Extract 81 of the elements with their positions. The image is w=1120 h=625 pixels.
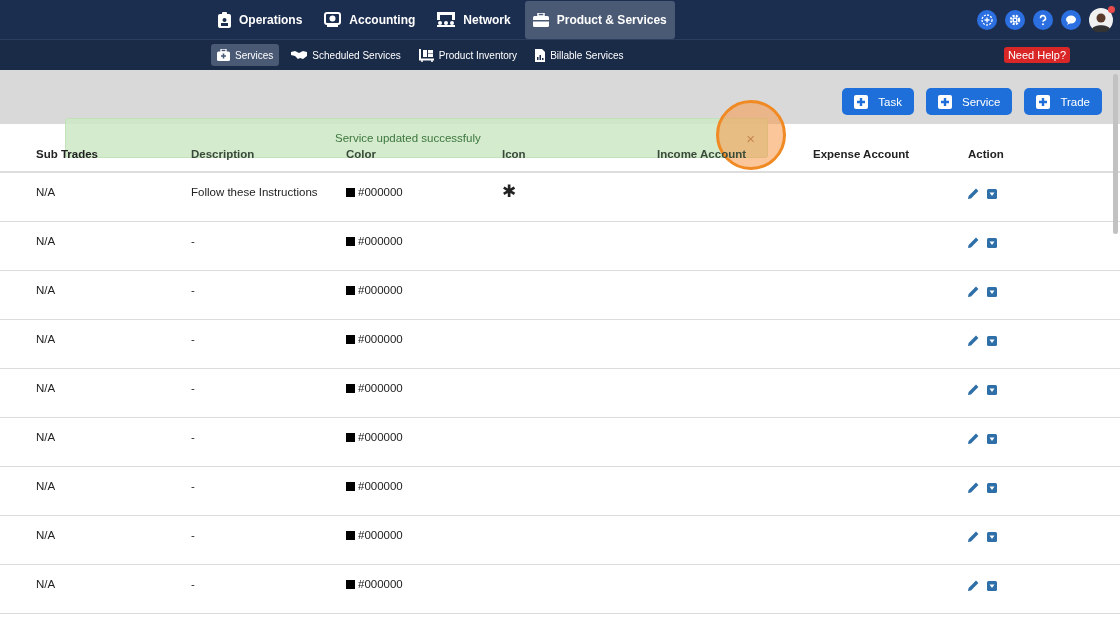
- dropdown-icon[interactable]: [987, 237, 997, 248]
- nav-tab[interactable]: Accounting: [316, 0, 424, 39]
- add-button[interactable]: Service: [926, 88, 1013, 115]
- table-cell-text: N/A: [36, 186, 57, 198]
- table-cell: #000000: [358, 284, 403, 296]
- dropdown-icon[interactable]: [987, 335, 997, 346]
- column-header: Sub Trades: [36, 148, 99, 160]
- chat-icon[interactable]: [1061, 9, 1081, 30]
- table-cell-text: -: [191, 333, 196, 345]
- edit-icon[interactable]: [968, 531, 979, 542]
- dolly-icon: [418, 48, 434, 62]
- edit-icon[interactable]: [968, 433, 979, 444]
- dropdown-icon[interactable]: [987, 482, 997, 493]
- add-button[interactable]: Task: [842, 88, 914, 115]
- table-cell-text: -: [191, 284, 196, 296]
- dropdown-icon[interactable]: [987, 531, 997, 542]
- add-circle-icon[interactable]: [977, 9, 997, 30]
- dropdown-icon[interactable]: [987, 384, 997, 395]
- add-button[interactable]: Trade: [1024, 88, 1102, 115]
- plus-icon: [938, 94, 952, 109]
- table-cell-text: -: [191, 382, 196, 394]
- table-cell-text: N/A: [36, 235, 57, 247]
- plus-icon: [854, 94, 869, 109]
- need-help-badge[interactable]: Need Help?: [1003, 47, 1070, 63]
- plus-icon: [1036, 94, 1051, 109]
- table-cell-text: -: [191, 529, 196, 541]
- table-cell: #000000: [358, 431, 403, 443]
- table-cell: #000000: [358, 529, 403, 541]
- network-icon: [437, 12, 456, 27]
- table-cell: #000000: [358, 186, 403, 198]
- money-icon: [324, 12, 342, 27]
- nav-tab[interactable]: Operations: [210, 0, 311, 39]
- report-icon: [535, 48, 546, 62]
- handshake-icon: [291, 50, 308, 60]
- table-cell-text: N/A: [36, 578, 57, 590]
- table-cell-text: Follow these Instructions: [191, 186, 319, 198]
- table-cell-text: -: [191, 235, 196, 247]
- settings-icon[interactable]: [1005, 9, 1025, 30]
- edit-icon[interactable]: [968, 237, 979, 248]
- clipboard-icon: [218, 11, 231, 28]
- avatar[interactable]: [1089, 7, 1113, 32]
- dropdown-icon[interactable]: [987, 286, 997, 297]
- table-cell: #000000: [358, 235, 403, 247]
- column-header: Icon: [502, 148, 527, 160]
- table-cell-text: -: [191, 480, 196, 492]
- table-cell-text: N/A: [36, 431, 57, 443]
- table-cell: ✱: [502, 182, 516, 201]
- edit-icon[interactable]: [968, 580, 979, 591]
- table-cell-text: N/A: [36, 529, 57, 541]
- toast-message: Service updated successfuly: [335, 132, 481, 144]
- edit-icon[interactable]: [968, 482, 979, 493]
- table-cell-text: N/A: [36, 480, 57, 492]
- table-cell: #000000: [358, 578, 403, 590]
- table-cell-text: N/A: [36, 333, 57, 345]
- column-header: Color: [346, 148, 378, 160]
- dropdown-icon[interactable]: [987, 580, 997, 591]
- nav-tab[interactable]: Network: [429, 0, 519, 39]
- sub-nav-tab[interactable]: Billable Services: [529, 44, 630, 66]
- briefcase-icon: [532, 12, 549, 27]
- sub-nav-tab[interactable]: Scheduled Services: [285, 44, 407, 66]
- table-cell-text: -: [191, 578, 196, 590]
- medkit-icon: [217, 49, 230, 61]
- column-header: Action: [968, 148, 1005, 160]
- edit-icon[interactable]: [968, 188, 979, 199]
- nav-tab[interactable]: Product & Services: [524, 0, 675, 39]
- sub-nav-tab[interactable]: Product Inventory: [412, 44, 524, 66]
- edit-icon[interactable]: [968, 384, 979, 395]
- sub-nav-tab[interactable]: Services: [211, 44, 280, 66]
- table-cell-text: -: [191, 431, 196, 443]
- dropdown-icon[interactable]: [987, 188, 997, 199]
- edit-icon[interactable]: [968, 286, 979, 297]
- help-icon[interactable]: [1033, 9, 1053, 30]
- table-cell: #000000: [358, 480, 403, 492]
- dropdown-icon[interactable]: [987, 433, 997, 444]
- table-cell: #000000: [358, 382, 403, 394]
- column-header: Description: [191, 148, 256, 160]
- table-cell-text: N/A: [36, 284, 57, 296]
- edit-icon[interactable]: [968, 335, 979, 346]
- column-header: Expense Account: [813, 148, 911, 160]
- table-cell: #000000: [358, 333, 403, 345]
- table-cell-text: N/A: [36, 382, 57, 394]
